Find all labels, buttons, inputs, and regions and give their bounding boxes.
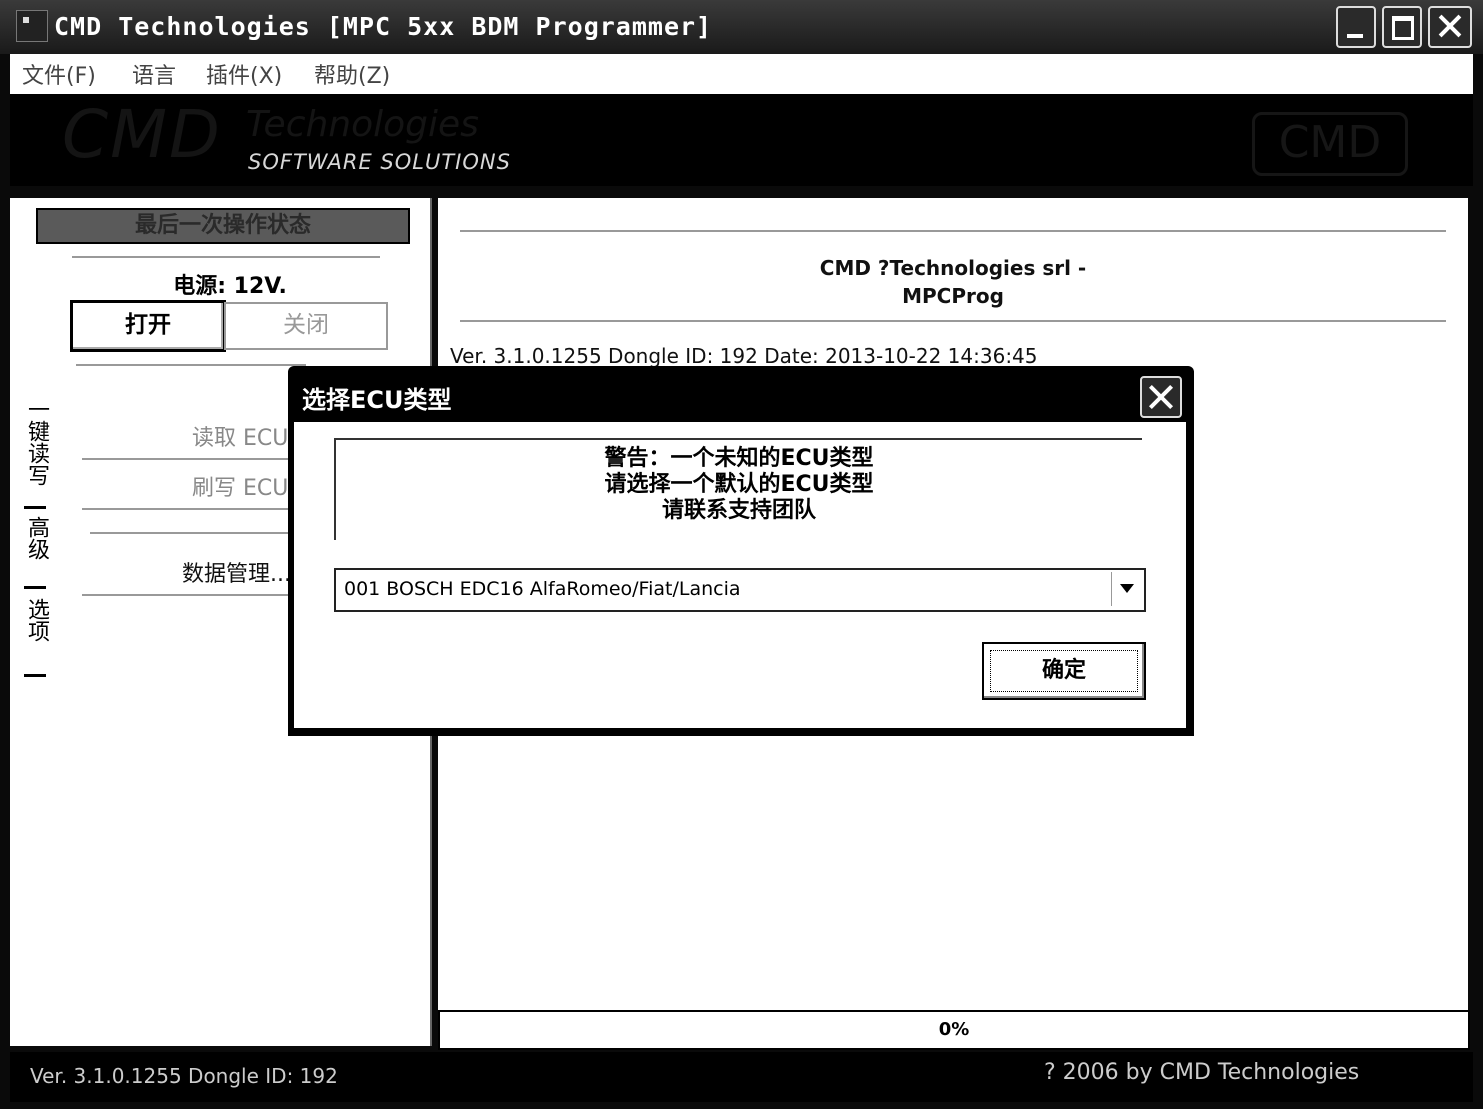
ok-label: 确定 <box>990 650 1138 692</box>
divider <box>76 364 306 366</box>
divider <box>460 320 1446 322</box>
tab-separator <box>24 586 46 589</box>
banner-tech: Technologies <box>246 104 479 145</box>
main-window: CMD Technologies [MPC 5xx BDM Programmer… <box>0 0 1483 1109</box>
open-button[interactable]: 打开 <box>70 300 226 352</box>
brand-banner: CMD Technologies SOFTWARE SOLUTIONS CMD <box>10 94 1473 186</box>
title-bar[interactable]: CMD Technologies [MPC 5xx BDM Programmer… <box>0 0 1483 54</box>
ecu-type-value: 001 BOSCH EDC16 AlfaRomeo/Fiat/Lancia <box>344 578 741 600</box>
version-info: Ver. 3.1.0.1255 Dongle ID: 192 Date: 201… <box>450 344 1038 368</box>
banner-brand: CMD <box>62 96 222 173</box>
divider <box>72 256 380 258</box>
banner-subtitle: SOFTWARE SOLUTIONS <box>248 150 511 174</box>
last-operation-status: 最后一次操作状态 <box>36 208 410 244</box>
read-ecu-button[interactable]: 读取 ECU <box>192 420 288 452</box>
ecu-type-select[interactable]: 001 BOSCH EDC16 AlfaRomeo/Fiat/Lancia <box>334 568 1146 612</box>
divider <box>82 508 312 510</box>
divider <box>460 230 1446 232</box>
menu-help[interactable]: 帮助(Z) <box>314 58 390 90</box>
write-ecu-button[interactable]: 刷写 ECU <box>192 470 288 502</box>
tab-separator <box>24 674 46 677</box>
data-management-button[interactable]: 数据管理... <box>182 556 291 588</box>
divider <box>90 532 310 534</box>
dialog-title: 选择ECU类型 <box>302 386 452 414</box>
dialog-body: 警告：一个未知的ECU类型 请选择一个默认的ECU类型 请联系支持团队 001 … <box>294 422 1186 728</box>
dialog-close-icon[interactable] <box>1140 376 1182 418</box>
tab-options[interactable]: 选项 <box>18 598 52 642</box>
tab-advanced[interactable]: 高级 <box>18 516 52 560</box>
power-label: 电源: 12V. <box>173 274 287 299</box>
status-version: Ver. 3.1.0.1255 Dongle ID: 192 <box>30 1064 338 1088</box>
window-title: CMD Technologies [MPC 5xx BDM Programmer… <box>54 12 713 41</box>
close-window-button[interactable] <box>1428 6 1472 48</box>
warning-line: 警告：一个未知的ECU类型 <box>604 446 874 471</box>
warning-line: 请联系支持团队 <box>661 498 816 523</box>
info-title-line2: MPCProg <box>902 284 1004 308</box>
ok-button[interactable]: 确定 <box>982 642 1146 700</box>
chevron-down-icon[interactable] <box>1111 572 1142 606</box>
status-copyright: ? 2006 by CMD Technologies <box>1044 1060 1360 1085</box>
info-title-line1: CMD ?Technologies srl - <box>819 256 1087 280</box>
maximize-button[interactable] <box>1382 6 1422 48</box>
minimize-button[interactable] <box>1336 6 1376 48</box>
select-ecu-dialog: 选择ECU类型 警告：一个未知的ECU类型 请选择一个默认的ECU类型 请联系支… <box>288 366 1194 736</box>
side-tabs: 一键读写 高级 选项 <box>18 398 52 878</box>
warning-box: 警告：一个未知的ECU类型 请选择一个默认的ECU类型 请联系支持团队 <box>334 438 1142 540</box>
info-title: CMD ?Technologies srl - MPCProg <box>438 254 1468 310</box>
tab-separator <box>24 506 46 509</box>
menu-plugins[interactable]: 插件(X) <box>206 58 282 90</box>
app-icon[interactable] <box>16 10 48 42</box>
cmd-logo: CMD <box>1252 112 1408 176</box>
divider <box>82 458 312 460</box>
status-bar: Ver. 3.1.0.1255 Dongle ID: 192 ? 2006 by… <box>10 1052 1473 1102</box>
close-button[interactable]: 关闭 <box>224 302 388 350</box>
warning-line: 请选择一个默认的ECU类型 <box>604 472 874 497</box>
menu-file[interactable]: 文件(F) <box>22 58 96 90</box>
tab-one-click[interactable]: 一键读写 <box>18 398 52 486</box>
divider <box>82 594 312 596</box>
menu-bar: 文件(F) 语言 插件(X) 帮助(Z) <box>10 54 1473 94</box>
menu-language[interactable]: 语言 <box>132 58 176 90</box>
progress-bar: 0% <box>438 1010 1470 1050</box>
